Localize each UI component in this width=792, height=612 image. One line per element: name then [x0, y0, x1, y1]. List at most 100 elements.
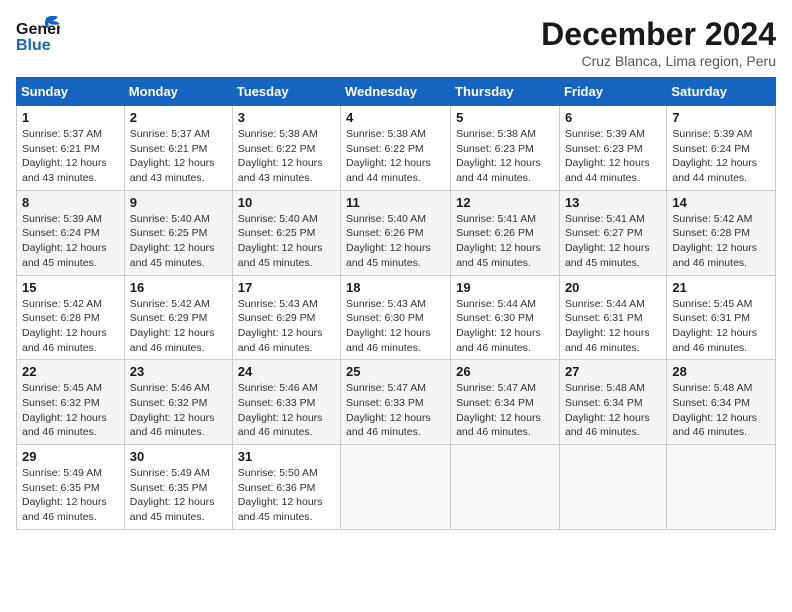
calendar-header-row: SundayMondayTuesdayWednesdayThursdayFrid…	[17, 78, 776, 106]
calendar-cell: 24 Sunrise: 5:46 AM Sunset: 6:33 PM Dayli…	[232, 360, 340, 445]
day-number: 20	[565, 280, 661, 295]
calendar-week-row: 29 Sunrise: 5:49 AM Sunset: 6:35 PM Dayli…	[17, 445, 776, 530]
calendar-cell: 3 Sunrise: 5:38 AM Sunset: 6:22 PM Daylig…	[232, 106, 340, 191]
day-info: Sunrise: 5:38 AM Sunset: 6:23 PM Dayligh…	[456, 127, 554, 186]
calendar-cell: 11Sunrise: 5:40 AM Sunset: 6:26 PM Dayli…	[341, 190, 451, 275]
calendar-cell: 20 Sunrise: 5:44 AM Sunset: 6:31 PM Dayli…	[559, 275, 666, 360]
day-info: Sunrise: 5:40 AM Sunset: 6:25 PM Dayligh…	[130, 212, 227, 271]
calendar-week-row: 15 Sunrise: 5:42 AM Sunset: 6:28 PM Dayli…	[17, 275, 776, 360]
calendar-cell: 2 Sunrise: 5:37 AM Sunset: 6:21 PM Daylig…	[124, 106, 232, 191]
day-of-week-header: Monday	[124, 78, 232, 106]
day-info: Sunrise: 5:48 AM Sunset: 6:34 PM Dayligh…	[565, 381, 661, 440]
day-number: 11	[346, 195, 445, 210]
calendar-cell: 21Sunrise: 5:45 AM Sunset: 6:31 PM Dayli…	[667, 275, 776, 360]
logo-icon: General Blue	[16, 16, 60, 56]
calendar-cell: 8Sunrise: 5:39 AM Sunset: 6:24 PM Daylig…	[17, 190, 125, 275]
day-info: Sunrise: 5:37 AM Sunset: 6:21 PM Dayligh…	[130, 127, 227, 186]
day-number: 25	[346, 364, 445, 379]
calendar-cell: 27Sunrise: 5:48 AM Sunset: 6:34 PM Dayli…	[559, 360, 666, 445]
day-of-week-header: Saturday	[667, 78, 776, 106]
day-number: 26	[456, 364, 554, 379]
day-of-week-header: Sunday	[17, 78, 125, 106]
calendar-cell: 13Sunrise: 5:41 AM Sunset: 6:27 PM Dayli…	[559, 190, 666, 275]
day-info: Sunrise: 5:46 AM Sunset: 6:33 PM Dayligh…	[238, 381, 335, 440]
calendar-cell: 25Sunrise: 5:47 AM Sunset: 6:33 PM Dayli…	[341, 360, 451, 445]
day-info: Sunrise: 5:43 AM Sunset: 6:30 PM Dayligh…	[346, 297, 445, 356]
day-number: 8	[22, 195, 119, 210]
day-number: 5	[456, 110, 554, 125]
day-info: Sunrise: 5:44 AM Sunset: 6:31 PM Dayligh…	[565, 297, 661, 356]
calendar-cell	[341, 445, 451, 530]
day-number: 19	[456, 280, 554, 295]
day-number: 2	[130, 110, 227, 125]
day-info: Sunrise: 5:40 AM Sunset: 6:25 PM Dayligh…	[238, 212, 335, 271]
calendar-cell: 5 Sunrise: 5:38 AM Sunset: 6:23 PM Daylig…	[451, 106, 560, 191]
day-info: Sunrise: 5:42 AM Sunset: 6:28 PM Dayligh…	[22, 297, 119, 356]
calendar-cell	[667, 445, 776, 530]
day-number: 15	[22, 280, 119, 295]
calendar-cell: 7 Sunrise: 5:39 AM Sunset: 6:24 PM Daylig…	[667, 106, 776, 191]
day-number: 9	[130, 195, 227, 210]
calendar-cell: 17 Sunrise: 5:43 AM Sunset: 6:29 PM Dayli…	[232, 275, 340, 360]
calendar-cell: 16Sunrise: 5:42 AM Sunset: 6:29 PM Dayli…	[124, 275, 232, 360]
calendar-cell: 22Sunrise: 5:45 AM Sunset: 6:32 PM Dayli…	[17, 360, 125, 445]
calendar-cell	[559, 445, 666, 530]
calendar-cell: 19Sunrise: 5:44 AM Sunset: 6:30 PM Dayli…	[451, 275, 560, 360]
day-info: Sunrise: 5:49 AM Sunset: 6:35 PM Dayligh…	[22, 466, 119, 525]
day-number: 14	[672, 195, 770, 210]
day-info: Sunrise: 5:38 AM Sunset: 6:22 PM Dayligh…	[346, 127, 445, 186]
day-number: 17	[238, 280, 335, 295]
title-area: December 2024 Cruz Blanca, Lima region, …	[541, 16, 776, 69]
calendar-week-row: 1 Sunrise: 5:37 AM Sunset: 6:21 PM Daylig…	[17, 106, 776, 191]
calendar-cell: 6 Sunrise: 5:39 AM Sunset: 6:23 PM Daylig…	[559, 106, 666, 191]
day-info: Sunrise: 5:39 AM Sunset: 6:24 PM Dayligh…	[672, 127, 770, 186]
calendar-week-row: 22Sunrise: 5:45 AM Sunset: 6:32 PM Dayli…	[17, 360, 776, 445]
calendar-table: SundayMondayTuesdayWednesdayThursdayFrid…	[16, 77, 776, 530]
day-number: 13	[565, 195, 661, 210]
calendar-cell: 4 Sunrise: 5:38 AM Sunset: 6:22 PM Daylig…	[341, 106, 451, 191]
calendar-cell: 14 Sunrise: 5:42 AM Sunset: 6:28 PM Dayli…	[667, 190, 776, 275]
day-info: Sunrise: 5:45 AM Sunset: 6:31 PM Dayligh…	[672, 297, 770, 356]
day-of-week-header: Thursday	[451, 78, 560, 106]
calendar-cell: 30Sunrise: 5:49 AM Sunset: 6:35 PM Dayli…	[124, 445, 232, 530]
svg-text:Blue: Blue	[16, 37, 51, 54]
calendar-cell: 18 Sunrise: 5:43 AM Sunset: 6:30 PM Dayli…	[341, 275, 451, 360]
day-number: 4	[346, 110, 445, 125]
day-info: Sunrise: 5:49 AM Sunset: 6:35 PM Dayligh…	[130, 466, 227, 525]
day-number: 31	[238, 449, 335, 464]
day-of-week-header: Wednesday	[341, 78, 451, 106]
day-number: 18	[346, 280, 445, 295]
day-number: 3	[238, 110, 335, 125]
day-number: 6	[565, 110, 661, 125]
day-number: 23	[130, 364, 227, 379]
day-number: 29	[22, 449, 119, 464]
day-of-week-header: Friday	[559, 78, 666, 106]
day-info: Sunrise: 5:39 AM Sunset: 6:23 PM Dayligh…	[565, 127, 661, 186]
day-info: Sunrise: 5:42 AM Sunset: 6:28 PM Dayligh…	[672, 212, 770, 271]
calendar-cell: 1 Sunrise: 5:37 AM Sunset: 6:21 PM Daylig…	[17, 106, 125, 191]
day-number: 1	[22, 110, 119, 125]
day-number: 7	[672, 110, 770, 125]
day-info: Sunrise: 5:50 AM Sunset: 6:36 PM Dayligh…	[238, 466, 335, 525]
subtitle: Cruz Blanca, Lima region, Peru	[541, 53, 776, 69]
day-info: Sunrise: 5:48 AM Sunset: 6:34 PM Dayligh…	[672, 381, 770, 440]
day-info: Sunrise: 5:37 AM Sunset: 6:21 PM Dayligh…	[22, 127, 119, 186]
day-info: Sunrise: 5:47 AM Sunset: 6:34 PM Dayligh…	[456, 381, 554, 440]
calendar-cell: 12Sunrise: 5:41 AM Sunset: 6:26 PM Dayli…	[451, 190, 560, 275]
calendar-cell: 28Sunrise: 5:48 AM Sunset: 6:34 PM Dayli…	[667, 360, 776, 445]
day-info: Sunrise: 5:41 AM Sunset: 6:26 PM Dayligh…	[456, 212, 554, 271]
calendar-cell: 15 Sunrise: 5:42 AM Sunset: 6:28 PM Dayli…	[17, 275, 125, 360]
calendar-cell: 10Sunrise: 5:40 AM Sunset: 6:25 PM Dayli…	[232, 190, 340, 275]
day-info: Sunrise: 5:38 AM Sunset: 6:22 PM Dayligh…	[238, 127, 335, 186]
day-info: Sunrise: 5:43 AM Sunset: 6:29 PM Dayligh…	[238, 297, 335, 356]
calendar-cell: 31 Sunrise: 5:50 AM Sunset: 6:36 PM Dayli…	[232, 445, 340, 530]
day-number: 16	[130, 280, 227, 295]
month-title: December 2024	[541, 16, 776, 53]
calendar-cell	[451, 445, 560, 530]
page-header: General Blue December 2024 Cruz Blanca, …	[16, 16, 776, 69]
day-number: 22	[22, 364, 119, 379]
calendar-cell: 23 Sunrise: 5:46 AM Sunset: 6:32 PM Dayli…	[124, 360, 232, 445]
day-of-week-header: Tuesday	[232, 78, 340, 106]
day-number: 24	[238, 364, 335, 379]
day-info: Sunrise: 5:46 AM Sunset: 6:32 PM Dayligh…	[130, 381, 227, 440]
